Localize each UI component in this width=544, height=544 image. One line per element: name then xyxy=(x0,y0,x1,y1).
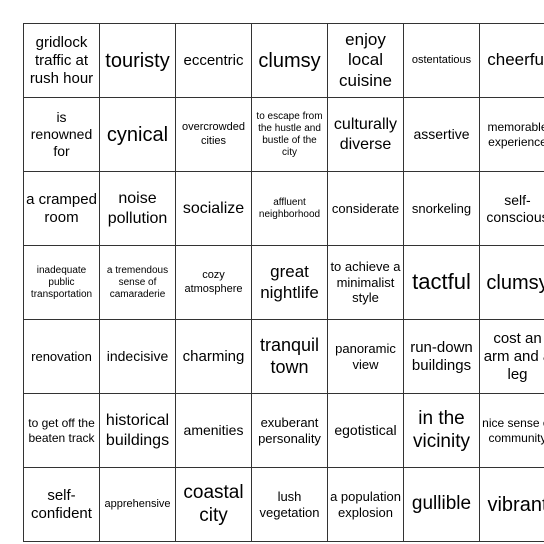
bingo-row: to get off the beaten track historical bu… xyxy=(23,393,544,468)
bingo-cell[interactable]: considerate xyxy=(327,171,404,246)
bingo-cell[interactable]: clumsy xyxy=(251,23,328,98)
bingo-cell[interactable]: amenities xyxy=(175,393,252,468)
bingo-cell[interactable]: in the vicinity xyxy=(403,393,480,468)
bingo-cell[interactable]: cozy atmosphere xyxy=(175,245,252,320)
bingo-cell[interactable]: a cramped room xyxy=(23,171,100,246)
bingo-cell[interactable]: touristy xyxy=(99,23,176,98)
bingo-cell[interactable]: inadequate public transportation xyxy=(23,245,100,320)
bingo-cell[interactable]: clumsy xyxy=(479,245,544,320)
bingo-cell[interactable]: eccentric xyxy=(175,23,252,98)
bingo-row: renovation indecisive charming tranquil tow… xyxy=(23,319,544,394)
bingo-cell[interactable]: apprehensive xyxy=(99,467,176,542)
bingo-cell[interactable]: panoramic view xyxy=(327,319,404,394)
bingo-cell[interactable]: self-confident xyxy=(23,467,100,542)
bingo-cell[interactable]: tranquil town xyxy=(251,319,328,394)
bingo-cell[interactable]: charming xyxy=(175,319,252,394)
bingo-row: gridlock traffic at rush hour touristy ecc… xyxy=(23,23,544,98)
bingo-cell[interactable]: to get off the beaten track xyxy=(23,393,100,468)
bingo-cell[interactable]: vibrant xyxy=(479,467,544,542)
bingo-cell[interactable]: self-conscious xyxy=(479,171,544,246)
bingo-cell[interactable]: overcrowded cities xyxy=(175,97,252,172)
bingo-cell[interactable]: assertive xyxy=(403,97,480,172)
bingo-cell[interactable]: memorable experience xyxy=(479,97,544,172)
bingo-cell[interactable]: exuberant personality xyxy=(251,393,328,468)
bingo-cell[interactable]: enjoy local cuisine xyxy=(327,23,404,98)
bingo-cell[interactable]: indecisive xyxy=(99,319,176,394)
bingo-cell[interactable]: nice sense of community xyxy=(479,393,544,468)
bingo-cell[interactable]: to escape from the hustle and bustle of … xyxy=(251,97,328,172)
bingo-cell[interactable]: affluent neighborhood xyxy=(251,171,328,246)
bingo-row: self-confident apprehensive coastal city lu… xyxy=(23,467,544,542)
bingo-cell[interactable]: snorkeling xyxy=(403,171,480,246)
bingo-cell[interactable]: socialize xyxy=(175,171,252,246)
bingo-card: gridlock traffic at rush hour touristy ecc… xyxy=(23,23,544,542)
bingo-cell[interactable]: ostentatious xyxy=(403,23,480,98)
bingo-cell[interactable]: great nightlife xyxy=(251,245,328,320)
bingo-cell[interactable]: cheerful xyxy=(479,23,544,98)
bingo-cell[interactable]: historical buildings xyxy=(99,393,176,468)
bingo-cell[interactable]: cost an arm and a leg xyxy=(479,319,544,394)
bingo-cell[interactable]: a tremendous sense of camaraderie xyxy=(99,245,176,320)
bingo-cell[interactable]: noise pollution xyxy=(99,171,176,246)
bingo-cell[interactable]: coastal city xyxy=(175,467,252,542)
bingo-cell[interactable]: gridlock traffic at rush hour xyxy=(23,23,100,98)
bingo-cell[interactable]: cynical xyxy=(99,97,176,172)
bingo-row: inadequate public transportation a tremen… xyxy=(23,245,544,320)
bingo-cell[interactable]: run-down buildings xyxy=(403,319,480,394)
bingo-row: is renowned for cynical overcrowded cities… xyxy=(23,97,544,172)
bingo-cell[interactable]: a population explosion xyxy=(327,467,404,542)
bingo-cell[interactable]: gullible xyxy=(403,467,480,542)
bingo-cell[interactable]: renovation xyxy=(23,319,100,394)
bingo-cell[interactable]: to achieve a minimalist style xyxy=(327,245,404,320)
bingo-row: a cramped room noise pollution socialize af… xyxy=(23,171,544,246)
bingo-cell[interactable]: culturally diverse xyxy=(327,97,404,172)
bingo-cell[interactable]: tactful xyxy=(403,245,480,320)
bingo-cell[interactable]: is renowned for xyxy=(23,97,100,172)
bingo-cell[interactable]: lush vegetation xyxy=(251,467,328,542)
bingo-cell[interactable]: egotistical xyxy=(327,393,404,468)
